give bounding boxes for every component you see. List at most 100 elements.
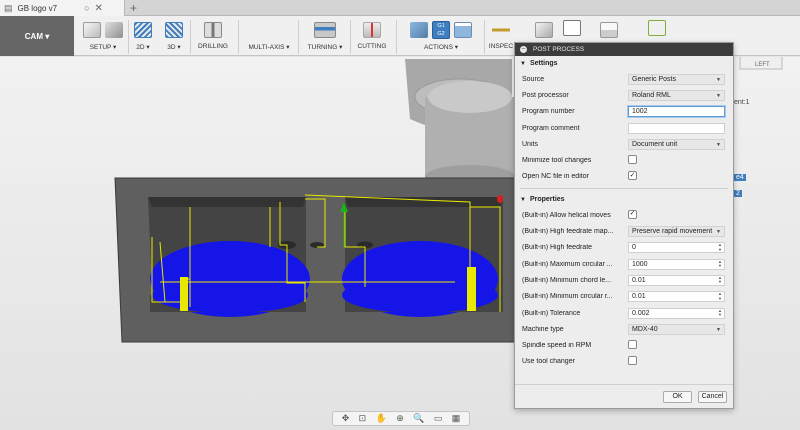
property-row: (Built-in) Maximum circular ... 1000 ▲ ▼ — [515, 256, 733, 272]
manage-icon[interactable] — [535, 22, 553, 38]
actions-group[interactable]: G1 G2 ACTIONS ▾ — [402, 16, 480, 56]
property-row: Spindle speed in RPM — [515, 337, 733, 353]
property-label: Use tool changer — [522, 358, 575, 366]
turning-group[interactable]: TURNING ▾ — [306, 16, 344, 56]
workspace-switcher[interactable]: CAM ▾ — [0, 16, 74, 56]
program-number-input[interactable]: 1002 — [628, 106, 725, 118]
zoom-icon[interactable]: ⊕ — [396, 413, 404, 424]
property-number-input[interactable]: 0.01 ▲ ▼ — [628, 291, 725, 303]
viewcube-label: LEFT — [755, 62, 770, 68]
2d-pocket-icon — [134, 22, 152, 38]
drilling-group[interactable]: DRILLING — [196, 16, 230, 56]
property-select[interactable]: MDX-40 ▼ — [628, 323, 725, 335]
property-label: (Built-in) Allow helical moves — [522, 211, 611, 219]
document-title: GB logo v7 — [17, 3, 58, 13]
property-number-input[interactable]: 0.002 ▲ ▼ — [628, 307, 725, 319]
browser-item-partial: 2 — [734, 190, 742, 197]
add-ins-icon[interactable] — [600, 22, 618, 38]
orbit-icon[interactable]: ✥ — [342, 413, 350, 424]
setup-group[interactable]: SETUP ▾ — [80, 16, 126, 56]
property-row: (Built-in) Tolerance 0.002 ▲ ▼ — [515, 305, 733, 321]
dialog-icon: – — [520, 46, 527, 53]
property-checkbox[interactable] — [628, 340, 637, 350]
tool-library-icon[interactable] — [563, 20, 581, 36]
spinner-icon[interactable]: ▲ ▼ — [718, 308, 722, 318]
cancel-button[interactable]: Cancel — [698, 390, 727, 403]
browser-item-partial: e4 — [734, 174, 746, 181]
program-comment-input[interactable] — [628, 122, 725, 134]
folder-icon — [105, 22, 123, 38]
collapse-triangle-icon: ▼ — [520, 196, 526, 203]
dialog-title: POST PROCESS — [533, 46, 585, 53]
dialog-header: – POST PROCESS — [515, 43, 733, 56]
display-settings-icon[interactable]: ▭ — [434, 413, 443, 424]
select-icon[interactable] — [648, 20, 666, 36]
spindle-holder — [405, 59, 515, 189]
property-row: Machine type MDX-40 ▼ — [515, 321, 733, 337]
ok-button[interactable]: OK — [663, 390, 692, 403]
minimize-tool-changes-checkbox[interactable] — [628, 155, 637, 165]
end-marker — [497, 195, 503, 203]
properties-section-header[interactable]: ▼ Properties — [515, 192, 733, 207]
post-processor-select[interactable]: Roland RML ▼ — [628, 89, 725, 101]
property-row: (Built-in) Allow helical moves ✓ — [515, 207, 733, 223]
dropdown-arrow-icon: ▼ — [716, 92, 721, 99]
property-label: (Built-in) High feedrate — [522, 244, 593, 252]
property-number-input[interactable]: 1000 ▲ ▼ — [628, 258, 725, 270]
setup-icon — [83, 22, 101, 38]
measure-icon — [492, 22, 510, 38]
post-processor-row: Post processor Roland RML ▼ — [515, 87, 733, 103]
turning-icon — [314, 22, 336, 38]
units-row: Units Document unit ▼ — [515, 136, 733, 152]
spinner-icon[interactable]: ▲ ▼ — [718, 243, 722, 252]
look-icon[interactable]: ⊡ — [359, 413, 367, 424]
property-label: (Built-in) Maximum circular ... — [522, 260, 613, 268]
property-label: (Built-in) Minimum circular r... — [522, 293, 613, 301]
minimize-tool-changes-row: Minimize tool changes — [515, 152, 733, 168]
document-tab-bar: ▤ GB logo v7 ○ ✕ + — [0, 0, 800, 16]
check-icon: ✓ — [629, 210, 636, 218]
drill-icon — [204, 22, 222, 38]
3d-adaptive-icon — [165, 22, 183, 38]
property-row: (Built-in) High feedrate 0 ▲ ▼ — [515, 240, 733, 256]
3d-group[interactable]: 3D ▾ — [163, 16, 185, 56]
property-label: Machine type — [522, 325, 564, 333]
properties-list: (Built-in) Allow helical moves ✓ (Built-in… — [515, 207, 733, 370]
viewcube[interactable]: LEFT — [739, 57, 783, 70]
cutting-group[interactable]: CUTTING — [354, 16, 390, 56]
property-row: (Built-in) Minimum chord le... 0.01 ▲ ▼ — [515, 272, 733, 288]
simulate-icon — [410, 22, 428, 38]
zoom-window-icon[interactable]: 🔍 — [413, 413, 424, 424]
dropdown-arrow-icon: ▼ — [716, 141, 721, 148]
property-select[interactable]: Preserve rapid movement ▼ — [628, 226, 725, 238]
toolpath-segment — [180, 277, 188, 311]
new-tab-icon[interactable]: + — [130, 1, 137, 15]
document-tab[interactable]: ▤ GB logo v7 ○ ✕ — [0, 0, 125, 16]
grid-settings-icon[interactable]: ▦ — [452, 413, 461, 424]
cutting-icon — [363, 22, 381, 38]
document-icon: ▤ — [4, 2, 13, 13]
browser-item-partial: ent:1 — [734, 99, 750, 106]
property-label: (Built-in) Tolerance — [522, 309, 581, 317]
pan-icon[interactable]: ✋ — [376, 413, 387, 424]
units-select[interactable]: Document unit ▼ — [628, 138, 725, 150]
inspect-group[interactable]: INSPEC — [488, 16, 514, 56]
property-checkbox[interactable] — [628, 356, 637, 366]
2d-group[interactable]: 2D ▾ — [132, 16, 154, 56]
source-select[interactable]: Generic Posts ▼ — [628, 73, 725, 85]
spinner-icon[interactable]: ▲ ▼ — [718, 292, 722, 301]
setup-sheet-icon — [454, 22, 472, 38]
close-icon[interactable]: ✕ — [95, 3, 103, 14]
dropdown-arrow-icon: ▼ — [716, 326, 721, 333]
settings-section-header[interactable]: ▼ Settings — [515, 56, 733, 71]
spinner-icon[interactable]: ▲ ▼ — [718, 259, 722, 269]
multi-axis-group[interactable]: MULTI-AXIS ▾ — [246, 16, 292, 56]
navigation-bar: ✥ ⊡ ✋ ⊕ 🔍 ▭ ▦ — [332, 411, 470, 426]
property-number-input[interactable]: 0.01 ▲ ▼ — [628, 274, 725, 286]
cloud-icon: ○ — [84, 3, 90, 13]
property-checkbox[interactable]: ✓ — [628, 209, 637, 219]
property-label: Spindle speed in RPM — [522, 342, 592, 350]
open-nc-checkbox[interactable]: ✓ — [628, 171, 637, 181]
spinner-icon[interactable]: ▲ ▼ — [718, 275, 722, 285]
property-number-input[interactable]: 0 ▲ ▼ — [628, 242, 725, 254]
